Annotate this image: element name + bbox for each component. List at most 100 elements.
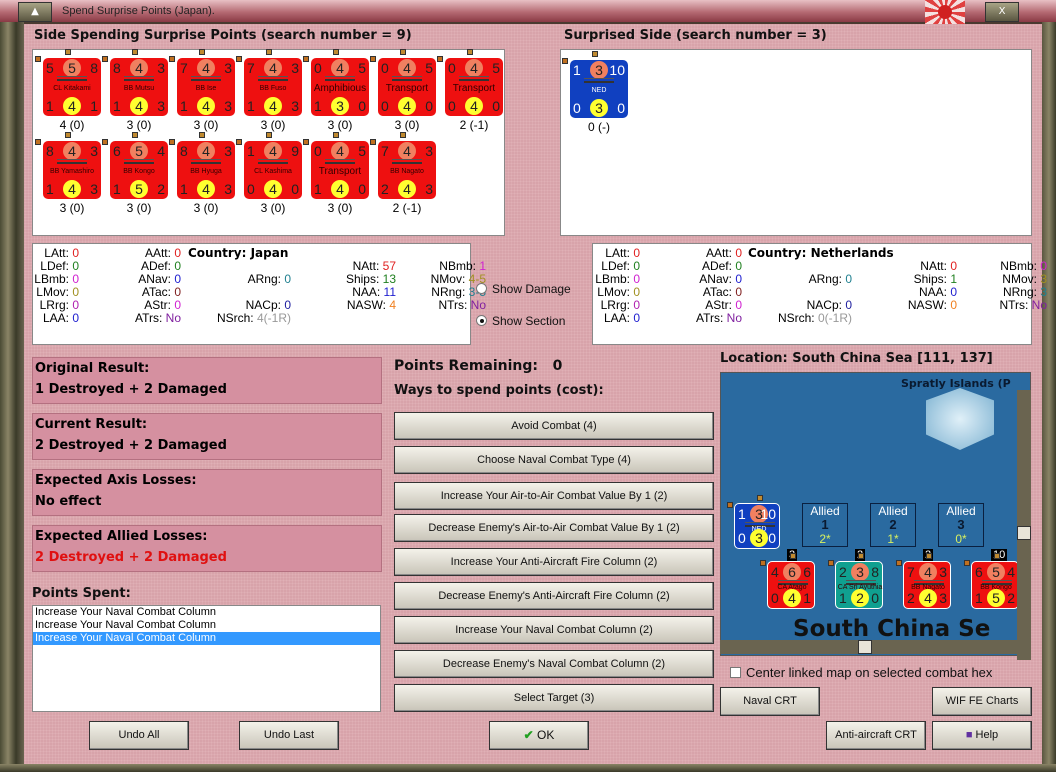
spending-side-heading: Side Spending Surprise Points (search nu…	[34, 28, 412, 43]
counter-value: 1	[803, 590, 811, 606]
counter-value: 4	[398, 180, 416, 198]
counter-value: 0	[448, 98, 456, 114]
unit-counter[interactable]: 0 4 5 Transport 0 4 0	[370, 49, 436, 116]
unit-name: Transport	[318, 166, 362, 177]
unit-counter[interactable]: 7 4 3 BB Fuso 1 4 3	[236, 49, 302, 116]
naval-crt-button[interactable]: Naval CRT	[720, 687, 820, 716]
stat-item: NTrs: No	[438, 298, 486, 312]
marker-icon	[994, 553, 1000, 559]
spend-option-button[interactable]: Decrease Enemy's Naval Combat Column (2)	[394, 650, 714, 678]
original-result-panel: Original Result: 1 Destroyed + 2 Damaged	[32, 357, 382, 404]
unit-counter[interactable]: 8 4 3 BB Yamashiro 1 4 3	[35, 132, 101, 199]
minimize-button[interactable]: ▲	[18, 2, 52, 22]
current-result-panel: Current Result: 2 Destroyed + 2 Damaged	[32, 413, 382, 460]
stat-item: LBmb: 0	[595, 272, 640, 286]
points-spent-item[interactable]: Increase Your Naval Combat Column	[33, 619, 380, 632]
spend-option-button[interactable]: Decrease Enemy's Air-to-Air Combat Value…	[394, 514, 714, 542]
counter-label: 3 (0)	[327, 118, 353, 132]
counter-value: 8	[113, 60, 121, 76]
stat-item: NSrch: 0(-1R)	[777, 311, 852, 325]
map-horizontal-scrollbar[interactable]	[720, 640, 1020, 654]
counter-value: 0	[871, 590, 879, 606]
spend-option-button[interactable]: Choose Naval Combat Type (4)	[394, 446, 714, 474]
counter-value: 4	[331, 142, 349, 160]
close-button[interactable]: X	[985, 2, 1019, 22]
help-book-icon: ■	[965, 729, 973, 741]
unit-counter[interactable]: 1 3 10 NED 0 3 0	[727, 495, 780, 549]
counter-value: 0	[738, 530, 746, 546]
show-damage-radio[interactable]: Show Damage	[476, 282, 571, 296]
ship-icon	[57, 76, 87, 81]
unit-counter[interactable]: 5 5 8 CL Kitakami 1 4 1	[35, 49, 101, 116]
counter-value: 2	[157, 181, 165, 197]
counter-value: 4	[1007, 564, 1015, 580]
unit-counter[interactable]: 2 3 8 CA Sri Ayuthia 1 2 0	[828, 553, 883, 609]
unit-name: BB Ise	[195, 85, 217, 92]
window-frame-left	[0, 22, 24, 772]
undo-all-button[interactable]: Undo All	[89, 721, 189, 750]
counter-value: 0	[358, 98, 366, 114]
counter-value: 3	[939, 564, 947, 580]
stat-item: ARng: 0	[808, 272, 852, 286]
unit-counter[interactable]: 7 4 3 BB Nagato 2 4 3	[370, 132, 436, 199]
ok-button[interactable]: ✔ OK	[489, 721, 589, 750]
counter-label: 3 (0)	[260, 201, 286, 215]
wif-charts-button[interactable]: WIF FE Charts	[932, 687, 1032, 716]
unit-counter[interactable]: 4 6 6 CA Atago 0 4 1	[760, 553, 815, 609]
points-spent-item[interactable]: Increase Your Naval Combat Column	[33, 606, 380, 619]
show-section-radio[interactable]: Show Section	[476, 314, 565, 328]
counter-value: 4	[465, 97, 483, 115]
center-map-checkbox[interactable]: Center linked map on selected combat hex	[730, 665, 992, 680]
linked-map[interactable]: Spratly Islands (P 1 3 10 NED 0 3 0Allie…	[720, 372, 1031, 656]
spend-option-button[interactable]: Avoid Combat (4)	[394, 412, 714, 440]
counter-value: 3	[157, 98, 165, 114]
map-vertical-scrollbar[interactable]	[1017, 390, 1031, 660]
unit-counter[interactable]: 1 4 9 CL Kashima 0 4 0	[236, 132, 302, 199]
stat-item: ATrs: No	[695, 311, 742, 325]
anti-aircraft-crt-button[interactable]: Anti-aircraft CRT	[826, 721, 926, 750]
scroll-thumb[interactable]	[1017, 526, 1031, 540]
scroll-thumb[interactable]	[858, 640, 872, 654]
counter-value: 2	[381, 181, 389, 197]
spend-option-button[interactable]: Increase Your Naval Combat Column (2)	[394, 616, 714, 644]
unit-counter[interactable]: 6 5 4 BB Kongo 1 5 2	[102, 132, 168, 199]
unit-counter[interactable]: 8 4 3 BB Mutsu 1 4 3	[102, 49, 168, 116]
counter-value: 0	[768, 530, 776, 546]
ship-icon	[584, 78, 614, 83]
unit-counter[interactable]: 7 4 3 BB Nagato 2 4 3	[896, 553, 951, 609]
spend-option-button[interactable]: Select Target (3)	[394, 684, 714, 712]
unit-counter[interactable]: 6 5 4 BB Kongo 1 5 2	[964, 553, 1019, 609]
japan-flag-icon	[925, 0, 965, 24]
marker-icon	[199, 132, 205, 138]
show-section-label: Show Section	[492, 314, 566, 328]
unit-counter[interactable]: 7 4 3 BB Ise 1 4 3	[169, 49, 235, 116]
allied-combat-box[interactable]: Allied 2 1*	[870, 503, 916, 547]
counter-value: 8	[46, 143, 54, 159]
points-spent-list[interactable]: Increase Your Naval Combat Column Increas…	[32, 605, 381, 712]
checkmark-icon: ✔	[523, 728, 534, 742]
current-result-value: 2 Destroyed + 2 Damaged	[35, 438, 227, 453]
help-button[interactable]: ■ Help	[932, 721, 1032, 750]
marker-icon	[333, 132, 339, 138]
unit-counter[interactable]: 0 4 5 Transport 1 4 0	[303, 132, 369, 199]
unit-name: Transport	[452, 83, 496, 94]
counter-value: 1	[314, 98, 322, 114]
spend-option-button[interactable]: Increase Your Air-to-Air Combat Value By…	[394, 482, 714, 510]
undo-last-button[interactable]: Undo Last	[239, 721, 339, 750]
unit-counter[interactable]: 8 4 3 BB Hyuga 1 4 3	[169, 132, 235, 199]
stat-item: ANav: 0	[699, 272, 742, 286]
unit-counter[interactable]: 0 4 5 Amphibious 1 3 0	[303, 49, 369, 116]
counter-label: 3 (0)	[327, 201, 353, 215]
allied-combat-box[interactable]: Allied 3 0*	[938, 503, 984, 547]
points-spent-item[interactable]: Increase Your Naval Combat Column	[33, 632, 380, 645]
unit-name: BB Hyuga	[190, 168, 222, 175]
allied-combat-box[interactable]: Allied 1 2*	[802, 503, 848, 547]
unit-counter[interactable]: 1 3 10 NED 0 3 0	[562, 51, 628, 118]
spend-option-button[interactable]: Increase Your Anti-Aircraft Fire Column …	[394, 548, 714, 576]
counter-value: 3	[851, 563, 869, 581]
spend-option-button[interactable]: Decrease Enemy's Anti-Aircraft Fire Colu…	[394, 582, 714, 610]
counter-value: 3	[224, 60, 232, 76]
counter-value: 4	[919, 589, 937, 607]
unit-counter[interactable]: 0 4 5 Transport 0 4 0	[437, 49, 503, 116]
ship-icon	[191, 159, 221, 164]
